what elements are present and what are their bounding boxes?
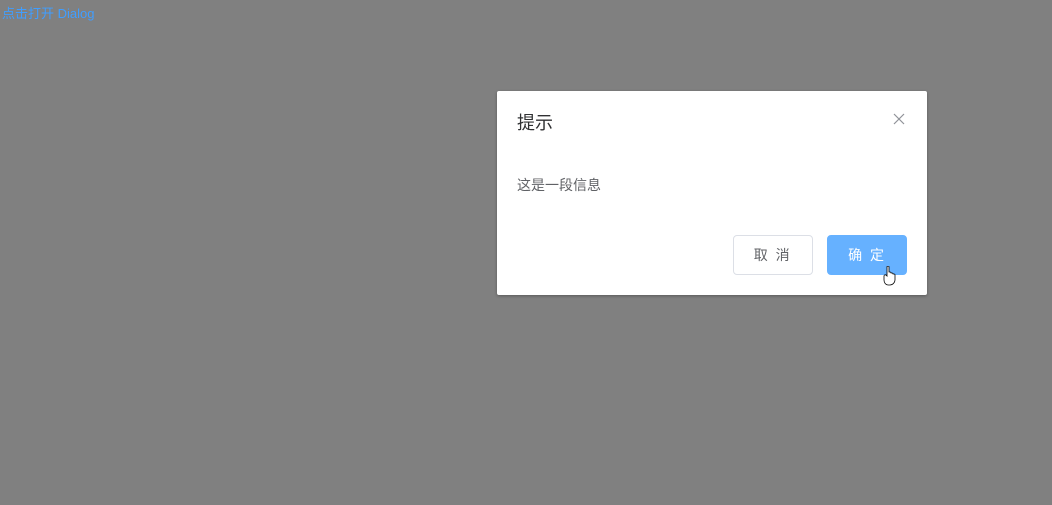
dialog-footer: 取 消 确 定 [497, 225, 927, 295]
close-button[interactable] [891, 111, 907, 127]
dialog-body: 这是一段信息 [497, 145, 927, 225]
dialog: 提示 这是一段信息 取 消 确 定 [497, 91, 927, 295]
dialog-header: 提示 [497, 91, 927, 145]
confirm-button[interactable]: 确 定 [827, 235, 907, 275]
dialog-title: 提示 [517, 113, 553, 133]
cancel-button[interactable]: 取 消 [733, 235, 813, 275]
close-icon [893, 113, 905, 125]
cursor-pointer-icon [882, 266, 898, 286]
